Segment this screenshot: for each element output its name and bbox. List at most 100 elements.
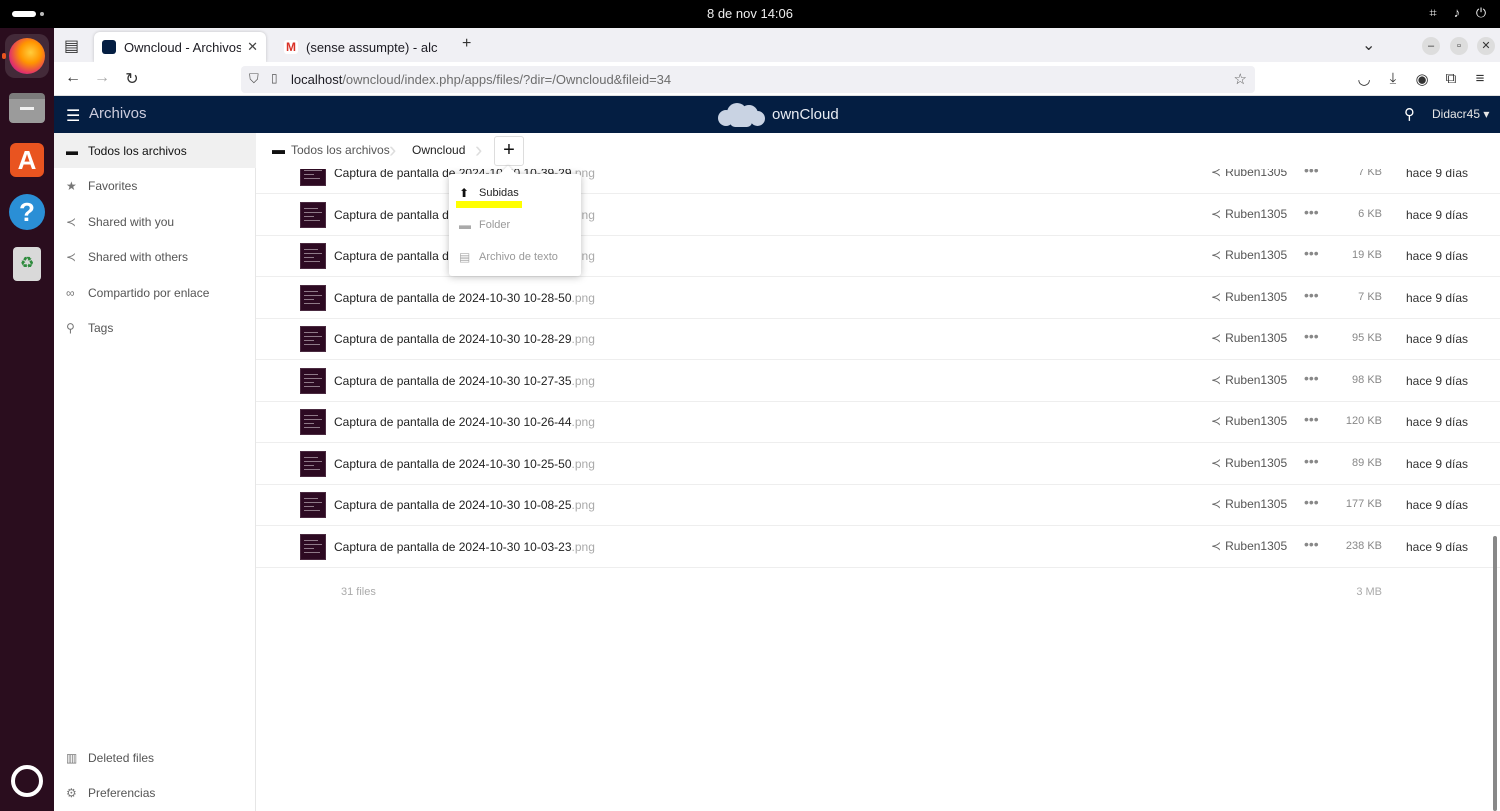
image-thumbnail[interactable] — [300, 326, 326, 352]
sidebar-item-shared-by-link[interactable]: ∞ Compartido por enlace — [54, 275, 256, 310]
tab-owncloud[interactable]: Owncloud - Archivos - ownCloud ✕ — [94, 32, 266, 62]
share-status[interactable]: ≺ Ruben1305 — [1211, 331, 1287, 345]
file-row[interactable]: Captura de pantalla de 2024-10-30 10-28-… — [256, 318, 1500, 360]
share-icon: ≺ — [1211, 207, 1222, 221]
image-thumbnail[interactable] — [300, 409, 326, 435]
share-status[interactable]: ≺ Ruben1305 — [1211, 456, 1287, 470]
dock-trash[interactable]: ♻ — [5, 242, 49, 286]
more-actions-icon[interactable]: ••• — [1304, 287, 1319, 303]
reload-icon[interactable]: ↻ — [122, 69, 142, 89]
file-summary: 31 files 3 MB — [256, 586, 1500, 606]
share-status[interactable]: ≺ Ruben1305 — [1211, 539, 1287, 553]
page-scrollbar[interactable] — [1493, 536, 1497, 811]
firefox-view-icon[interactable]: ▤ — [64, 36, 79, 56]
dock-files[interactable] — [5, 86, 49, 130]
more-actions-icon[interactable]: ••• — [1304, 328, 1319, 344]
share-status[interactable]: ≺ Ruben1305 — [1211, 248, 1287, 262]
gear-icon: ⚙ — [66, 785, 77, 800]
dock-app-center[interactable]: A — [5, 138, 49, 182]
close-window-button[interactable]: ✕ — [1477, 37, 1495, 55]
image-thumbnail[interactable] — [300, 243, 326, 269]
search-icon: ⚲ — [66, 320, 75, 335]
file-name[interactable]: Captura de pantalla de 2024-10-30 10-27-… — [334, 374, 595, 388]
dock-help[interactable]: ? — [5, 190, 49, 234]
back-icon[interactable]: ← — [63, 69, 83, 87]
more-actions-icon[interactable]: ••• — [1304, 411, 1319, 427]
user-menu[interactable]: Didacr45 ▾ — [1432, 107, 1489, 121]
share-status[interactable]: ≺ Ruben1305 — [1211, 207, 1287, 221]
file-name[interactable]: Captura de pantalla de 2024-10-30 10-28-… — [334, 291, 595, 305]
share-status[interactable]: ≺ Ruben1305 — [1211, 414, 1287, 428]
sidebar-item-shared-with-you[interactable]: ≺ Shared with you — [54, 204, 256, 239]
tab-gmail[interactable]: M (sense assumpte) - alcantara — [276, 32, 446, 62]
url-bar[interactable]: ⛉ ▯ localhost/owncloud/index.php/apps/fi… — [241, 66, 1255, 93]
more-actions-icon[interactable]: ••• — [1304, 370, 1319, 386]
extensions-icon[interactable]: ⧉ — [1441, 70, 1461, 87]
close-tab-icon[interactable]: ✕ — [247, 39, 258, 55]
downloads-icon[interactable]: ⤓ — [1383, 70, 1403, 87]
minimize-button[interactable]: – — [1422, 37, 1440, 55]
file-name[interactable]: Captura de pantalla de 2024-10-30 10-03-… — [334, 540, 595, 554]
more-actions-icon[interactable]: ••• — [1304, 204, 1319, 220]
more-actions-icon[interactable]: ••• — [1304, 453, 1319, 469]
tab-list-icon[interactable]: ⌄ — [1362, 35, 1375, 55]
file-row[interactable]: Captura de pantalla de 2024-10-30 10-08-… — [256, 484, 1500, 526]
image-thumbnail[interactable] — [300, 451, 326, 477]
app-menu-icon[interactable]: ≡ — [1470, 70, 1490, 87]
file-name[interactable]: Captura de pantalla de 2024-10-30 10-28-… — [334, 332, 595, 346]
menu-item-upload[interactable]: ⬆ Subidas — [459, 183, 519, 203]
sidebar-item-favorites[interactable]: ★ Favorites — [54, 168, 256, 203]
home-folder-icon[interactable]: ▬ — [272, 142, 285, 157]
dock-firefox[interactable] — [2, 34, 49, 78]
owncloud-logo[interactable]: ownCloud — [718, 101, 839, 127]
menu-item-text-file[interactable]: ▤ Archivo de texto — [459, 247, 558, 267]
file-name[interactable]: Captura de pantalla de 2024-10-30 10-08-… — [334, 498, 595, 512]
file-row[interactable]: Captura de pantalla de 2024-10-30 10-28-… — [256, 277, 1500, 319]
more-actions-icon[interactable]: ••• — [1304, 494, 1319, 510]
file-row[interactable]: Captura de pantalla de 2024-10-30 10-27-… — [256, 360, 1500, 402]
file-name[interactable]: Captura de pantalla de 2024-10-30 10-25-… — [334, 457, 595, 471]
image-thumbnail[interactable] — [300, 285, 326, 311]
gmail-favicon: M — [284, 40, 298, 54]
forward-icon[interactable]: → — [92, 69, 112, 87]
breadcrumb-root[interactable]: Todos los archivos — [291, 143, 390, 157]
tracking-shield-icon[interactable]: ⛉ — [249, 71, 259, 87]
image-thumbnail[interactable] — [300, 368, 326, 394]
bookmark-star-icon[interactable]: ☆ — [1234, 70, 1247, 88]
sidebar-item-all-files[interactable]: ▬ Todos los archivos — [54, 133, 256, 168]
image-thumbnail[interactable] — [300, 202, 326, 228]
sidebar-item-tags[interactable]: ⚲ Tags — [54, 310, 256, 345]
sidebar-item-deleted-files[interactable]: ▥ Deleted files — [54, 740, 256, 775]
page-info-icon[interactable]: ▯ — [271, 71, 278, 85]
file-row[interactable]: Captura de pantalla de 2024-10-30 10-03-… — [256, 526, 1500, 568]
app-title[interactable]: Archivos — [89, 105, 147, 122]
system-clock[interactable]: 8 de nov 14:06 — [0, 6, 1500, 21]
sidebar-item-shared-with-others[interactable]: ≺ Shared with others — [54, 239, 256, 274]
share-status[interactable]: ≺ Ruben1305 — [1211, 373, 1287, 387]
owncloud-favicon — [102, 40, 116, 54]
new-button[interactable]: + — [494, 136, 524, 166]
hamburger-menu-icon[interactable]: ☰ — [66, 106, 80, 126]
image-thumbnail[interactable] — [300, 492, 326, 518]
search-icon[interactable]: ⚲ — [1404, 105, 1415, 123]
share-status[interactable]: ≺ Ruben1305 — [1211, 290, 1287, 304]
image-thumbnail[interactable] — [300, 534, 326, 560]
file-row[interactable]: Captura de pantalla de 2024-10-30 10-26-… — [256, 401, 1500, 443]
dock-show-apps[interactable] — [5, 759, 49, 803]
breadcrumb-current[interactable]: Owncloud — [412, 143, 465, 157]
account-icon[interactable]: ◉ — [1412, 70, 1432, 88]
more-actions-icon[interactable]: ••• — [1304, 245, 1319, 261]
file-row[interactable]: Captura de pantalla de 2024-10-30 10-30-… — [256, 235, 1500, 277]
more-actions-icon[interactable]: ••• — [1304, 536, 1319, 552]
file-row[interactable]: Captura de pantalla de 2024-10-30 10-31-… — [256, 194, 1500, 236]
menu-item-folder[interactable]: ▬ Folder — [459, 215, 510, 235]
maximize-button[interactable]: ▫ — [1450, 37, 1468, 55]
highlight-annotation — [456, 201, 522, 208]
pocket-icon[interactable]: ◡ — [1354, 70, 1374, 88]
new-tab-icon[interactable]: + — [462, 35, 471, 53]
file-row[interactable]: Captura de pantalla de 2024-10-30 10-25-… — [256, 443, 1500, 485]
sidebar-item-settings[interactable]: ⚙ Preferencias — [54, 775, 256, 810]
share-status[interactable]: ≺ Ruben1305 — [1211, 497, 1287, 511]
file-name[interactable]: Captura de pantalla de 2024-10-30 10-26-… — [334, 415, 595, 429]
system-tray[interactable]: ⌗ ♪ ⏻ — [1426, 5, 1488, 21]
